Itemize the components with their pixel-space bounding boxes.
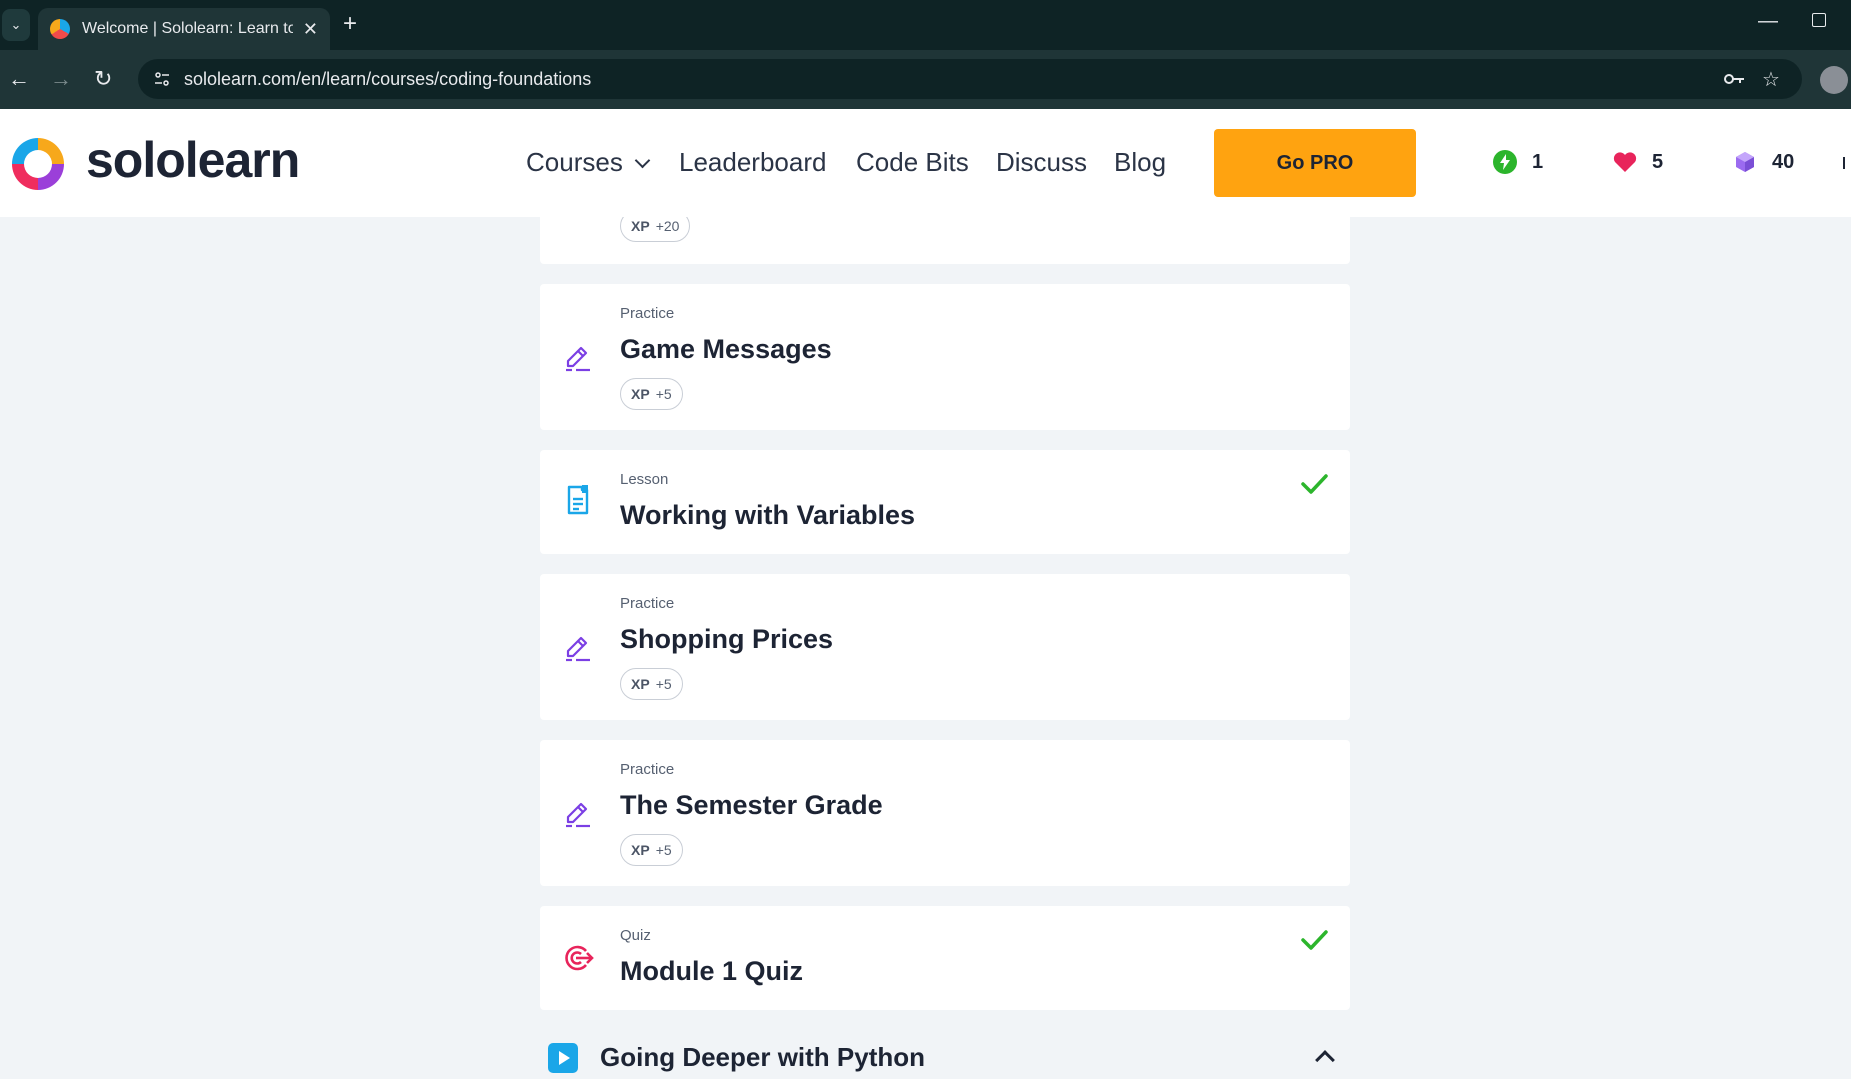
gems-counter[interactable]: 40 [1732,149,1794,175]
go-pro-button[interactable]: Go PRO [1214,129,1416,197]
xp-label: XP [631,676,650,692]
lightning-icon [1493,150,1517,174]
forward-button[interactable]: → [50,66,72,92]
play-icon [548,1043,578,1073]
nav-discuss[interactable]: Discuss [996,147,1087,178]
xp-badge: XP +5 [620,834,683,866]
profile-avatar[interactable] [1820,66,1848,94]
checkmark-icon [1301,474,1328,494]
xp-label: XP [631,386,650,402]
document-icon [567,485,589,515]
card-title: Working with Variables [620,500,916,530]
new-tab-button[interactable]: + [343,10,357,38]
reload-button[interactable]: ↻ [94,66,112,92]
nav-courses-label: Courses [526,147,623,177]
sololearn-logo-icon[interactable] [8,134,68,194]
sololearn-wordmark[interactable]: sololearn [86,131,300,189]
close-tab-icon[interactable]: ✕ [303,19,318,40]
practice-card[interactable]: Practice Shopping Prices XP +5 [540,574,1350,720]
back-button[interactable]: ← [8,66,30,92]
nav-code-bits[interactable]: Code Bits [856,147,969,178]
practice-card[interactable]: Practice Game Messages XP +5 [540,284,1350,430]
minimize-window-button[interactable]: — [1758,10,1778,33]
tab-title: Welcome | Sololearn: Learn to c [82,20,293,37]
browser-tabbar: ⌄ Welcome | Sololearn: Learn to c ✕ + — [0,0,1851,50]
chevron-up-icon[interactable] [1315,1050,1335,1070]
nav-courses[interactable]: Courses [526,147,651,178]
xp-badge: XP +5 [620,378,683,410]
section-title: Going Deeper with Python [600,1042,926,1072]
site-info-icon[interactable] [150,67,174,91]
xp-value: +5 [655,676,672,692]
card-title: Game Messages [620,334,832,364]
pencil-icon [566,802,590,828]
xp-value: +20 [655,218,680,234]
hearts-counter[interactable]: 5 [1612,149,1663,175]
browser-toolbar: ← → ↻ sololearn.com/en/learn/courses/cod… [0,50,1851,109]
streak-counter[interactable]: 1 [1492,149,1543,175]
card-title: The Semester Grade [620,790,883,820]
xp-label: XP [631,218,650,234]
chevron-down-icon [634,152,651,169]
pencil-icon [566,636,590,662]
streak-value: 1 [1532,150,1544,173]
address-bar[interactable]: sololearn.com/en/learn/courses/coding-fo… [138,59,1802,99]
checkmark-icon [1301,930,1328,950]
xp-value: +5 [655,386,672,402]
sololearn-favicon-icon [50,19,70,39]
xp-label: XP [631,842,650,858]
heart-icon [1613,152,1637,172]
module-section-header[interactable]: Going Deeper with Python [548,1037,1348,1079]
nav-blog[interactable]: Blog [1114,147,1166,178]
bookmark-star-icon[interactable]: ☆ [1762,67,1780,92]
card-type: Practice [620,595,675,612]
nav-leaderboard[interactable]: Leaderboard [679,147,826,178]
tab-search-button[interactable]: ⌄ [2,9,30,41]
quiz-card[interactable]: Quiz Module 1 Quiz [540,906,1350,1010]
card-type: Lesson [620,471,669,488]
gem-cube-icon [1736,152,1754,172]
card-title: Module 1 Quiz [620,956,804,986]
xp-value: +5 [655,842,672,858]
hearts-value: 5 [1652,150,1664,173]
practice-card[interactable]: Practice The Semester Grade XP +5 [540,740,1350,886]
restore-window-button[interactable] [1812,13,1826,27]
card-type: Quiz [620,927,651,944]
xp-badge: XP +5 [620,668,683,700]
target-icon [565,945,594,971]
url-text: sololearn.com/en/learn/courses/coding-fo… [184,68,592,89]
browser-tab[interactable]: Welcome | Sololearn: Learn to c ✕ [38,8,330,50]
gems-value: 40 [1772,150,1795,173]
header-overflow-arrow[interactable] [1843,157,1851,169]
site-header: sololearn Courses Leaderboard Code Bits … [0,109,1851,217]
pencil-icon [566,346,590,372]
card-type: Practice [620,305,675,322]
key-icon[interactable] [1722,67,1746,97]
lesson-card[interactable]: Lesson Working with Variables [540,450,1350,554]
card-title: Shopping Prices [620,624,834,654]
card-type: Practice [620,761,675,778]
